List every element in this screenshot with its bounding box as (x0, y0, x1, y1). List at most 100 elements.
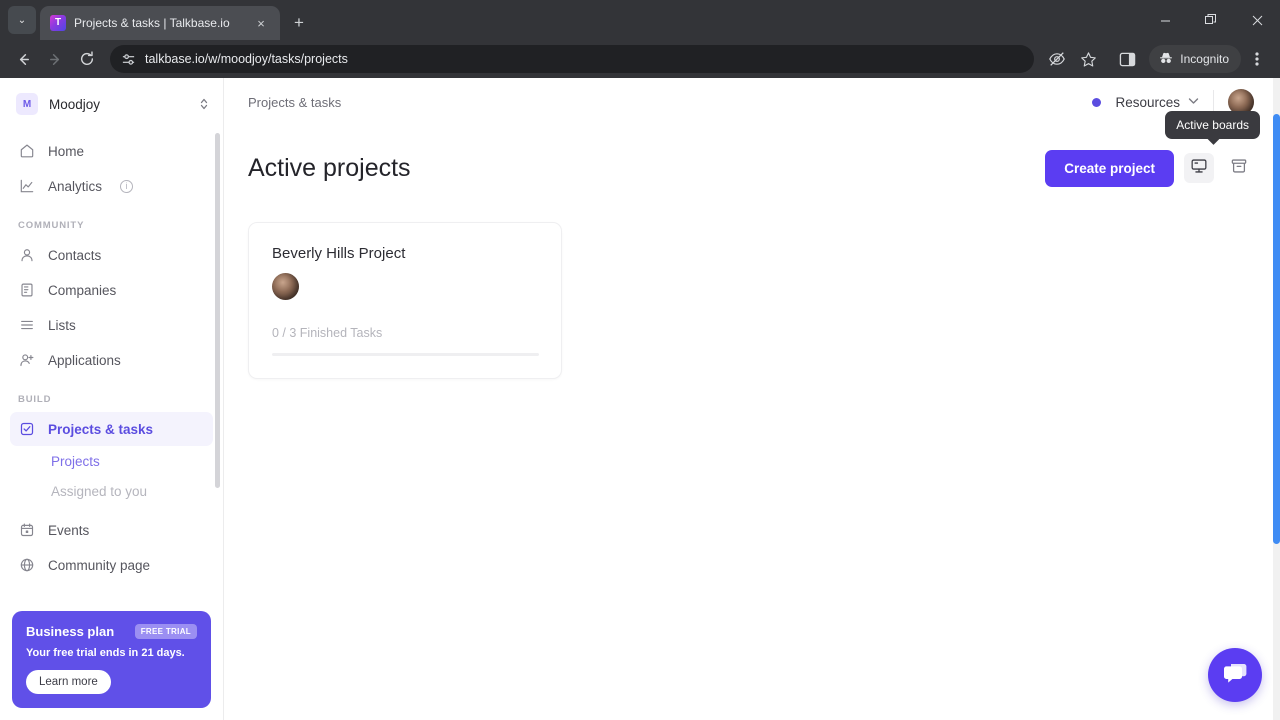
create-project-button[interactable]: Create project (1045, 149, 1174, 187)
eye-off-icon[interactable] (1042, 44, 1072, 74)
checkbox-icon (18, 421, 35, 438)
plan-subtitle: Your free trial ends in 21 days. (26, 647, 185, 659)
active-boards-button[interactable] (1184, 153, 1214, 183)
close-icon (1252, 15, 1262, 25)
breadcrumb: Projects & tasks (248, 94, 342, 110)
learn-more-button[interactable]: Learn more (26, 670, 111, 694)
sidebar-subitem-assigned-to-you[interactable]: Assigned to you (10, 477, 213, 507)
home-icon (18, 143, 35, 160)
building-icon (18, 282, 35, 299)
incognito-indicator[interactable]: Incognito (1149, 45, 1241, 73)
status-dot-icon (1092, 97, 1102, 107)
chart-line-icon (18, 178, 35, 195)
minimize-icon (1160, 20, 1170, 21)
sidebar-item-label: Projects & tasks (48, 421, 154, 437)
archived-boards-button[interactable] (1224, 153, 1254, 183)
list-icon (18, 317, 35, 334)
page-header: Active projects Create project Active bo… (248, 110, 1260, 188)
plan-upgrade-card: Business plan FREE TRIAL Your free trial… (12, 611, 211, 708)
minimize-button[interactable] (1142, 0, 1188, 40)
forward-button[interactable] (40, 44, 70, 74)
page-scrollbar[interactable] (1273, 78, 1280, 720)
close-button[interactable] (1234, 0, 1280, 40)
browser-window: ⌄ T Projects & tasks | Talkbase.io × + t… (0, 0, 1280, 720)
side-panel-icon[interactable] (1112, 44, 1142, 74)
page-scrollbar-thumb[interactable] (1273, 114, 1280, 544)
resources-menu[interactable]: Resources (1115, 95, 1199, 110)
incognito-hat-icon (1158, 50, 1174, 69)
page-title: Active projects (248, 153, 411, 182)
globe-icon (18, 557, 35, 574)
plan-title: Business plan (26, 624, 115, 639)
sidebar-item-events[interactable]: Events (10, 513, 213, 547)
star-icon[interactable] (1073, 44, 1103, 74)
sidebar-item-label: Lists (48, 317, 76, 333)
arrow-right-icon (49, 53, 59, 65)
sidebar-item-label: Community page (48, 557, 151, 573)
close-icon[interactable]: × (250, 12, 272, 34)
tooltip: Active boards (1165, 110, 1260, 139)
header-actions: Create project Active boards (1045, 110, 1260, 187)
calendar-icon (18, 522, 35, 539)
person-icon (18, 247, 35, 264)
workspace-name: Moodjoy (49, 96, 101, 112)
address-bar[interactable]: talkbase.io/w/moodjoy/tasks/projects (110, 45, 1035, 73)
url-text: talkbase.io/w/moodjoy/tasks/projects (145, 52, 348, 66)
browser-tab[interactable]: T Projects & tasks | Talkbase.io × (40, 6, 280, 40)
sidebar-item-home[interactable]: Home (10, 134, 213, 168)
main-content: Projects & tasks Resources Active projec… (224, 78, 1280, 720)
tab-title: Projects & tasks | Talkbase.io (74, 16, 230, 30)
browser-toolbar: talkbase.io/w/moodjoy/tasks/projects Inc… (0, 40, 1280, 78)
sidebar-item-community-page[interactable]: Community page (10, 548, 213, 582)
project-title: Beverly Hills Project (272, 245, 406, 262)
reload-button[interactable] (72, 44, 102, 74)
sidebar-item-contacts[interactable]: Contacts (10, 238, 213, 272)
page-content: Active projects Create project Active bo… (224, 110, 1280, 720)
three-dot-menu-icon[interactable] (1242, 44, 1272, 74)
project-progress-bar (272, 353, 539, 356)
sidebar-item-label: Events (48, 522, 90, 538)
chevron-down-icon: ⌄ (17, 14, 27, 26)
workspace-avatar: M (16, 93, 38, 115)
sidebar-item-label: Applications (48, 352, 121, 368)
sidebar-item-applications[interactable]: Applications (10, 343, 213, 377)
new-tab-button[interactable]: + (288, 12, 310, 34)
info-icon[interactable]: i (120, 179, 134, 193)
chevron-down-icon (1188, 97, 1199, 107)
sidebar-subitem-projects[interactable]: Projects (10, 447, 213, 477)
restore-icon (1205, 14, 1216, 24)
sidebar-nav: Home Analytics i COMMUNITY Contacts Comp… (0, 128, 223, 611)
reload-icon (80, 51, 94, 65)
project-card[interactable]: Beverly Hills Project 0 / 3 Finished Tas… (248, 222, 562, 379)
maximize-button[interactable] (1188, 0, 1234, 40)
sidebar-section-build: BUILD (18, 394, 52, 405)
plan-header: Business plan FREE TRIAL (26, 624, 197, 639)
workspace-switcher[interactable]: M Moodjoy (0, 78, 223, 128)
sidebar-scrollbar[interactable] (215, 133, 220, 488)
incognito-label: Incognito (1180, 52, 1229, 66)
project-task-count: 0 / 3 Finished Tasks (272, 326, 383, 340)
sidebar-section-community: COMMUNITY (18, 220, 85, 231)
chat-widget-button[interactable] (1208, 648, 1262, 702)
sidebar-item-label: Contacts (48, 247, 102, 263)
top-bar: Projects & tasks Resources (224, 78, 1280, 126)
back-button[interactable] (8, 44, 38, 74)
sidebar-item-analytics[interactable]: Analytics i (10, 169, 213, 203)
board-icon (1190, 157, 1208, 180)
sidebar: M Moodjoy Home Analytics i COMMUNITY Con… (0, 78, 224, 720)
page-viewport: M Moodjoy Home Analytics i COMMUNITY Con… (0, 78, 1280, 720)
person-plus-icon (18, 352, 35, 369)
project-member-avatar[interactable] (272, 273, 299, 300)
tab-search-button[interactable]: ⌄ (8, 6, 36, 34)
talkbase-logo-icon: T (50, 15, 66, 31)
sidebar-item-companies[interactable]: Companies (10, 273, 213, 307)
sidebar-item-label: Home (48, 143, 85, 159)
archive-icon (1230, 157, 1248, 180)
tune-icon[interactable] (120, 51, 136, 67)
projects-grid: Beverly Hills Project 0 / 3 Finished Tas… (248, 222, 1254, 379)
sidebar-item-lists[interactable]: Lists (10, 308, 213, 342)
resources-label: Resources (1115, 94, 1180, 110)
sidebar-item-projects-tasks[interactable]: Projects & tasks (10, 412, 213, 446)
chevron-updown-icon[interactable] (199, 96, 209, 112)
chat-bubble-icon (1222, 660, 1248, 691)
